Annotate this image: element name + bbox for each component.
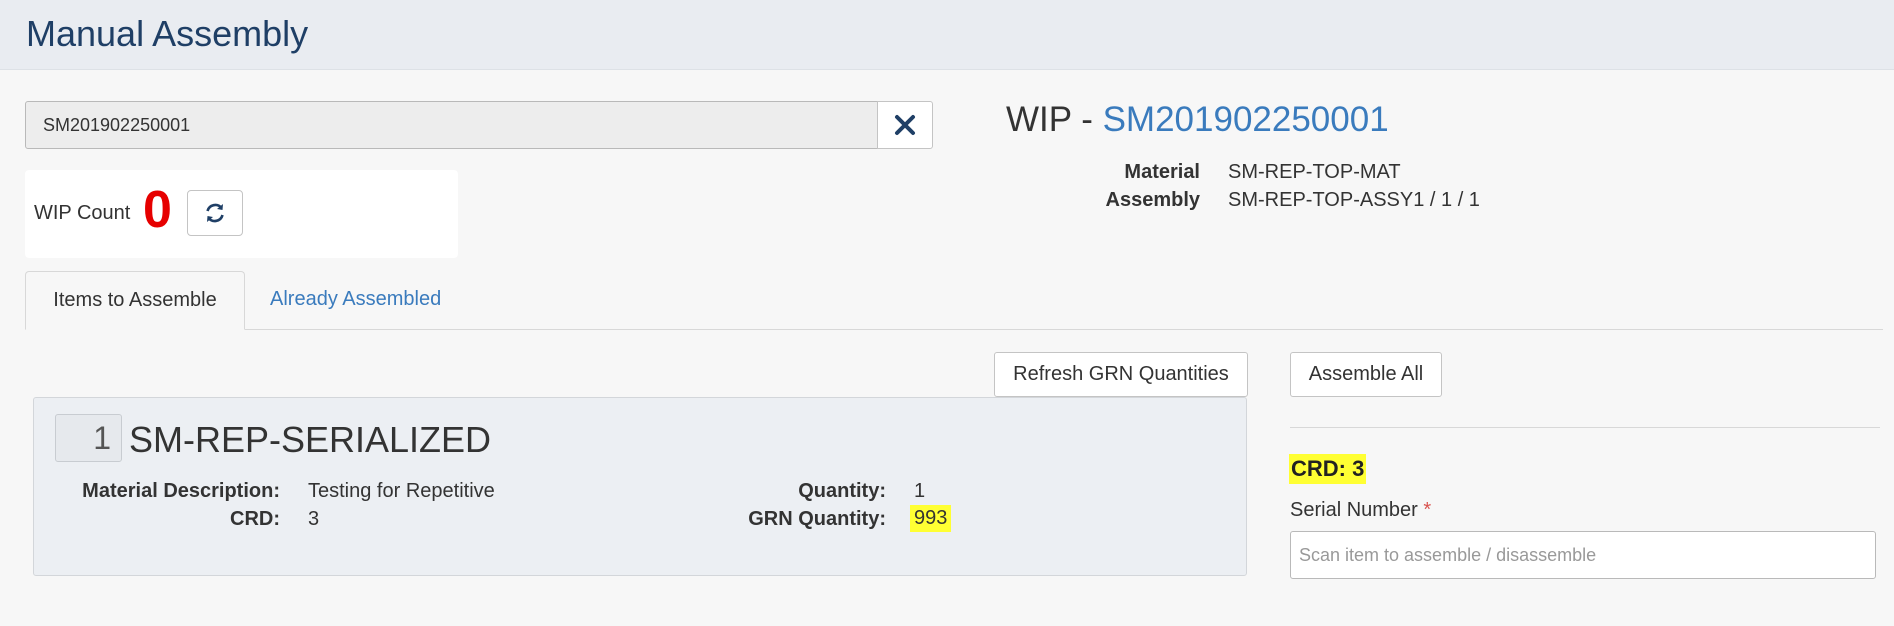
assembly-label: Assembly [1105,189,1201,211]
crd-value: 3 [308,508,320,530]
wip-scan-input[interactable] [25,101,878,149]
material-description-value: Testing for Repetitive [308,480,495,502]
quantity-label: Quantity: [798,480,886,502]
assembly-value: SM-REP-TOP-ASSY1 / 1 / 1 [1228,189,1480,211]
wip-title-id: SM201902250001 [1102,100,1389,139]
required-marker: * [1423,499,1432,521]
side-divider [1290,427,1880,428]
page-title: Manual Assembly [26,13,309,54]
refresh-wip-button[interactable] [187,190,243,236]
grn-quantity-label: GRN Quantity: [748,508,886,530]
grn-quantity-value: 993 [910,505,952,532]
material-description-label: Material Description: [82,480,280,502]
refresh-grn-quantities-button[interactable]: Refresh GRN Quantities [994,352,1248,397]
item-name: SM-REP-SERIALIZED [129,419,492,460]
wip-count-label: WIP Count [34,202,131,224]
tab-already-assembled[interactable]: Already Assembled [270,288,441,311]
assembly-item-card: 1 SM-REP-SERIALIZED Material Description… [33,397,1247,576]
serial-number-label: Serial Number * [1290,499,1431,522]
quantity-value: 1 [914,480,926,502]
clear-button[interactable] [877,101,933,149]
crd-heading: CRD: 3 [1289,454,1367,484]
wip-count-value: 0 [143,181,172,239]
material-value: SM-REP-TOP-MAT [1228,161,1401,183]
wip-title-prefix: WIP - [1006,100,1103,139]
tabs-divider [25,329,1883,330]
material-label: Material [1124,161,1200,183]
page-header: Manual Assembly [0,0,1894,70]
crd-label: CRD: [230,508,280,530]
serial-number-label-text: Serial Number [1290,499,1418,521]
close-icon [895,115,915,135]
wip-count-card: WIP Count 0 [25,170,458,258]
tab-items-to-assemble[interactable]: Items to Assemble [25,271,245,330]
assemble-all-button[interactable]: Assemble All [1290,352,1442,397]
wip-title: WIP - SM201902250001 [1006,100,1389,140]
item-index: 1 [55,414,122,462]
serial-number-input[interactable] [1290,531,1876,579]
refresh-icon [206,203,224,223]
